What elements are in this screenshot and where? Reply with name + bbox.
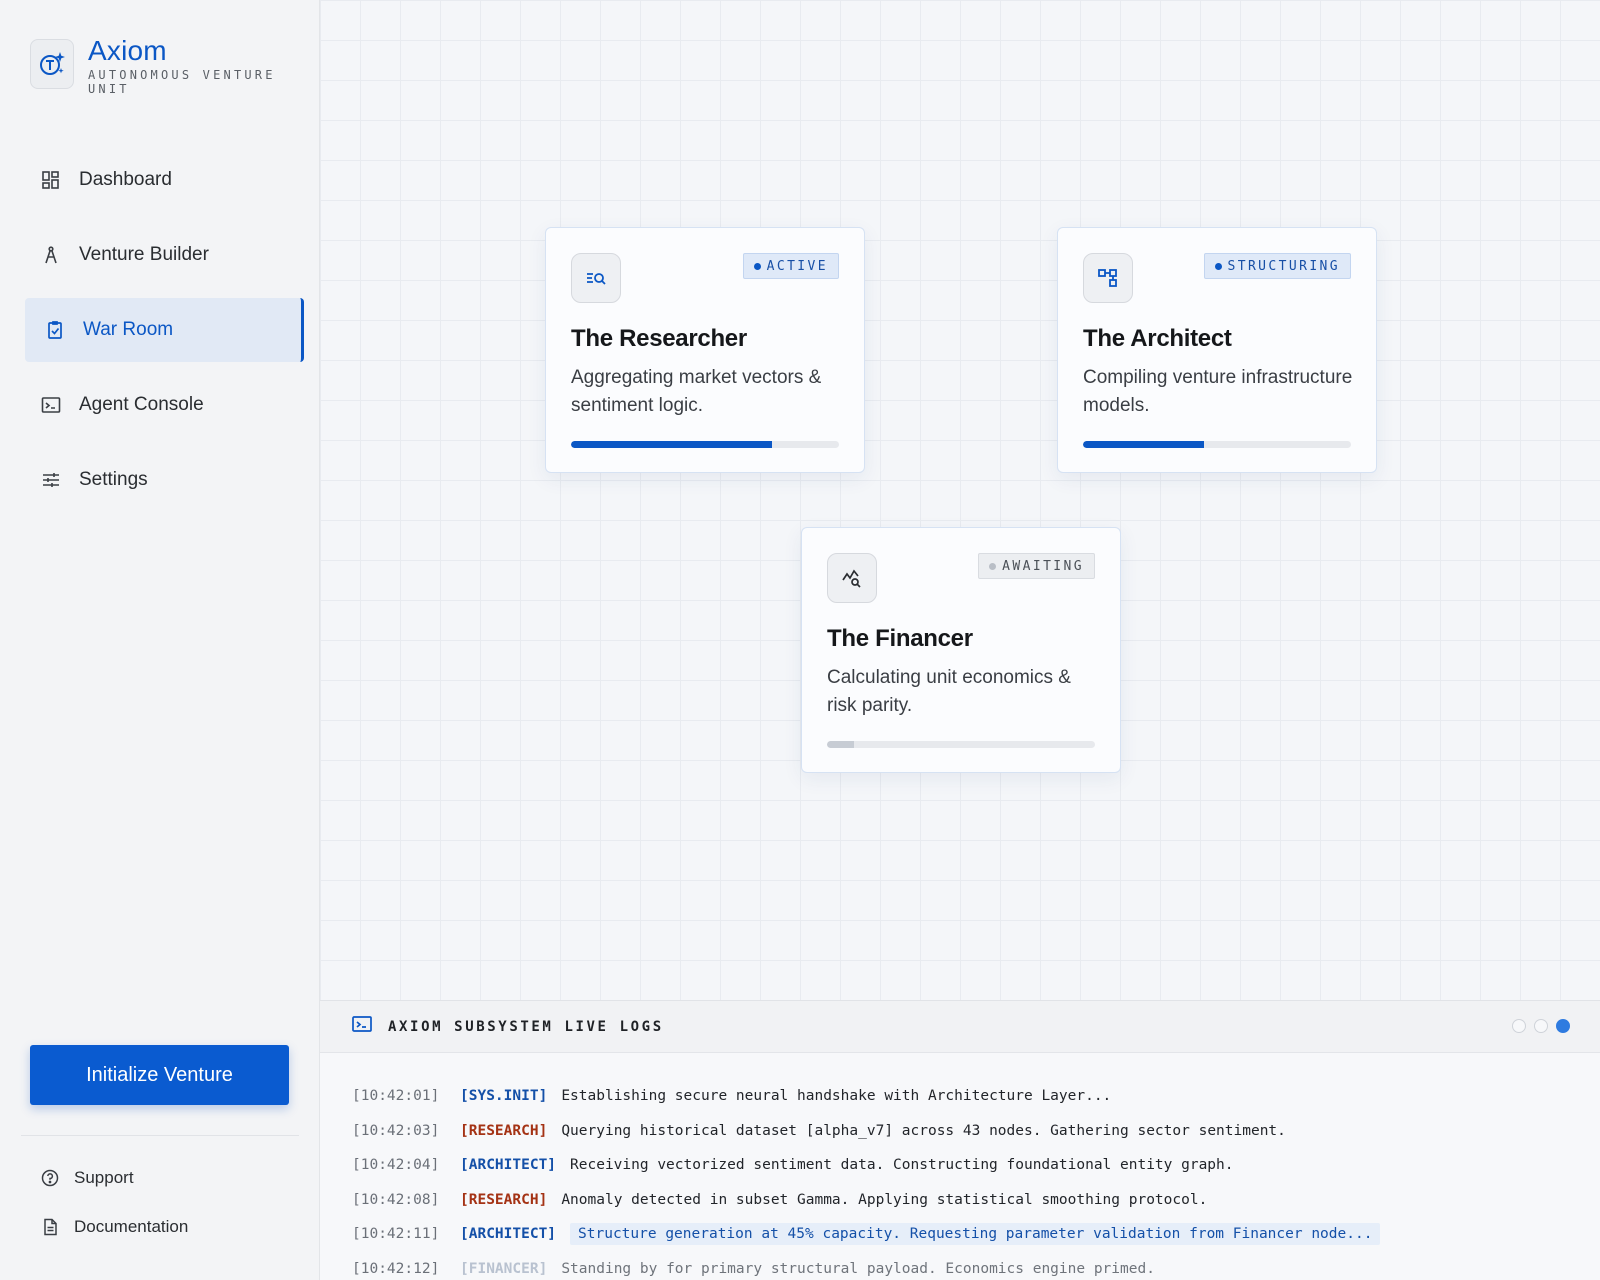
nav-item-settings[interactable]: Settings <box>25 448 304 512</box>
nav-item-war-room[interactable]: War Room <box>25 298 304 362</box>
window-dot[interactable] <box>1534 1019 1548 1033</box>
agent-card-financer[interactable]: AWAITING The Financer Calculating unit e… <box>801 527 1121 773</box>
nav-label: Settings <box>79 469 148 490</box>
log-time: [10:42:03] <box>352 1122 440 1139</box>
log-time: [10:42:01] <box>352 1088 440 1105</box>
log-line: [10:42:04] [ARCHITECT] Receiving vectori… <box>352 1148 1600 1183</box>
nav-label: Agent Console <box>79 394 204 415</box>
documentation-link[interactable]: Documentation <box>40 1217 188 1237</box>
sidebar-divider <box>21 1135 299 1136</box>
nav-label: Venture Builder <box>79 244 209 265</box>
agent-title: The Financer <box>827 625 973 652</box>
status-text: STRUCTURING <box>1227 258 1340 274</box>
brand-subtitle: AUTONOMOUS VENTURE UNIT <box>88 68 276 96</box>
progress-bar <box>571 441 839 448</box>
log-list: [10:42:01] [SYS.INIT] Establishing secur… <box>320 1053 1600 1280</box>
agent-description: Calculating unit economics & risk parity… <box>827 667 1071 716</box>
terminal-icon <box>352 1015 372 1038</box>
window-dot[interactable] <box>1512 1019 1526 1033</box>
log-tag: [RESEARCH] <box>460 1122 548 1139</box>
spark-logo-icon <box>30 39 74 89</box>
agent-title: The Architect <box>1083 325 1232 352</box>
dashboard-icon <box>41 170 61 190</box>
sidebar: Axiom AUTONOMOUS VENTURE UNIT Dashboard … <box>0 0 320 1280</box>
support-label: Support <box>74 1168 134 1187</box>
status-badge: ACTIVE <box>742 253 839 279</box>
log-message-highlighted: Structure generation at 45% capacity. Re… <box>570 1223 1381 1246</box>
log-time: [10:42:12] <box>352 1260 440 1277</box>
status-text: AWAITING <box>1002 558 1084 574</box>
documentation-label: Documentation <box>74 1217 189 1236</box>
chart-search-icon <box>827 553 877 603</box>
progress-fill <box>571 441 772 448</box>
help-circle-icon <box>40 1168 60 1188</box>
nav-item-venture-builder[interactable]: Venture Builder <box>25 223 304 287</box>
agent-card-researcher[interactable]: ACTIVE The Researcher Aggregating market… <box>545 227 865 473</box>
status-badge: AWAITING <box>978 553 1095 579</box>
logs-header: AXIOM SUBSYSTEM LIVE LOGS <box>320 1001 1600 1053</box>
initialize-venture-button[interactable]: Initialize Venture <box>30 1045 289 1105</box>
logs-title: AXIOM SUBSYSTEM LIVE LOGS <box>388 1018 664 1035</box>
log-tag: [ARCHITECT] <box>460 1226 557 1243</box>
progress-bar <box>1083 441 1351 448</box>
nav-label: Dashboard <box>79 169 172 190</box>
agent-card-architect[interactable]: STRUCTURING The Architect Compiling vent… <box>1057 227 1377 473</box>
status-badge: STRUCTURING <box>1203 253 1351 279</box>
log-line: [10:42:01] [SYS.INIT] Establishing secur… <box>352 1079 1600 1114</box>
agent-description: Compiling venture infrastructure models. <box>1083 367 1353 416</box>
hierarchy-icon <box>1083 253 1133 303</box>
main-nav: Dashboard Venture Builder War Room Agent… <box>25 148 304 523</box>
log-message: Standing by for primary structural paylo… <box>561 1260 1155 1277</box>
document-icon <box>40 1217 60 1237</box>
log-tag: [ARCHITECT] <box>460 1157 557 1174</box>
war-room-canvas: ACTIVE The Researcher Aggregating market… <box>320 0 1600 1000</box>
progress-fill <box>827 741 854 748</box>
log-message: Anomaly detected in subset Gamma. Applyi… <box>561 1191 1208 1208</box>
log-time: [10:42:04] <box>352 1157 440 1174</box>
brand-name: Axiom <box>88 35 167 66</box>
log-line: [10:42:11] [ARCHITECT] Structure generat… <box>352 1217 1600 1252</box>
log-time: [10:42:11] <box>352 1226 440 1243</box>
agent-description: Aggregating market vectors & sentiment l… <box>571 367 822 416</box>
log-tag: [FINANCER] <box>460 1260 548 1277</box>
nav-item-agent-console[interactable]: Agent Console <box>25 373 304 437</box>
compass-icon <box>41 245 61 265</box>
support-link[interactable]: Support <box>40 1168 134 1188</box>
progress-bar <box>827 741 1095 748</box>
clipboard-check-icon <box>45 320 65 340</box>
status-dot <box>989 562 997 570</box>
log-message: Querying historical dataset [alpha_v7] a… <box>561 1122 1286 1139</box>
log-tag: [SYS.INIT] <box>460 1088 548 1105</box>
sliders-icon <box>41 470 61 490</box>
status-dot <box>1214 262 1222 270</box>
log-message: Receiving vectorized sentiment data. Con… <box>570 1157 1234 1174</box>
log-message: Establishing secure neural handshake wit… <box>561 1088 1112 1105</box>
progress-fill <box>1083 441 1204 448</box>
log-time: [10:42:08] <box>352 1191 440 1208</box>
nav-label: War Room <box>83 319 174 340</box>
window-dot-active[interactable] <box>1556 1019 1570 1033</box>
log-window-controls <box>1504 1019 1570 1033</box>
log-tag: [RESEARCH] <box>460 1191 548 1208</box>
live-logs-panel: AXIOM SUBSYSTEM LIVE LOGS [10:42:01] [SY… <box>320 1000 1600 1280</box>
status-dot <box>753 262 761 270</box>
nav-item-dashboard[interactable]: Dashboard <box>25 148 304 212</box>
search-list-icon <box>571 253 621 303</box>
log-line: [10:42:03] [RESEARCH] Querying historica… <box>352 1114 1600 1149</box>
brand: Axiom AUTONOMOUS VENTURE UNIT <box>30 36 288 96</box>
log-line: [10:42:08] [RESEARCH] Anomaly detected i… <box>352 1183 1600 1218</box>
status-text: ACTIVE <box>766 258 828 274</box>
agent-title: The Researcher <box>571 325 747 352</box>
terminal-icon <box>41 395 61 415</box>
log-line: [10:42:12] [FINANCER] Standing by for pr… <box>352 1252 1600 1280</box>
